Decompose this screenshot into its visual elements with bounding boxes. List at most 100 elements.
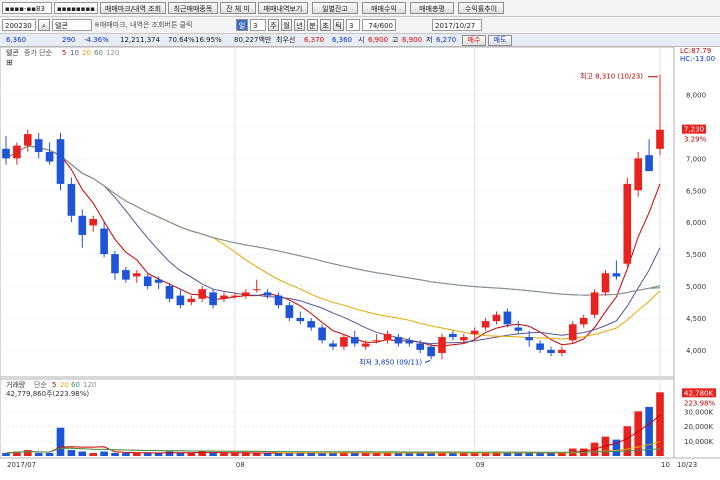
candle-body[interactable] bbox=[656, 129, 664, 149]
candle-body[interactable] bbox=[111, 254, 119, 274]
candle-body[interactable] bbox=[252, 289, 261, 291]
candle-body[interactable] bbox=[187, 298, 196, 302]
period-tick-button[interactable]: 틱 bbox=[333, 19, 344, 31]
period-value-field[interactable]: 3 bbox=[250, 19, 266, 31]
period-minute-button[interactable]: 분 bbox=[307, 19, 318, 31]
stock-name-field[interactable]: 텔콘 bbox=[52, 19, 92, 31]
period-month-button[interactable]: 월 bbox=[281, 19, 292, 31]
candle-body[interactable] bbox=[13, 145, 21, 159]
sell-button[interactable]: 매도 bbox=[488, 35, 512, 46]
candle-body[interactable] bbox=[590, 292, 599, 315]
candle-body[interactable] bbox=[296, 317, 305, 322]
candle-body[interactable] bbox=[394, 337, 403, 344]
chart-canvas[interactable]: 텔콘 종가 단순 5 10 20 60 120 ⊞ LC:87.79 HC:-1… bbox=[0, 47, 720, 480]
volume-bar[interactable] bbox=[78, 451, 87, 456]
volume-bar[interactable] bbox=[220, 453, 228, 456]
volume-bar[interactable] bbox=[45, 453, 54, 456]
recent-trades-button[interactable]: 최근매매종목 bbox=[168, 2, 218, 14]
candle-body[interactable] bbox=[536, 343, 544, 350]
profit-button[interactable]: 매매수익 bbox=[362, 2, 406, 14]
volume-bar[interactable] bbox=[503, 453, 512, 456]
period-day-button[interactable]: 일 bbox=[236, 19, 248, 31]
account-field[interactable]: ▪▪▪▪-▪▪83 bbox=[2, 2, 52, 14]
candle-body[interactable] bbox=[579, 317, 588, 325]
candle-body[interactable] bbox=[634, 158, 643, 191]
candle-body[interactable] bbox=[350, 337, 359, 344]
candle-body[interactable] bbox=[405, 340, 414, 344]
candle-body[interactable] bbox=[143, 276, 152, 287]
volume-bar[interactable] bbox=[231, 453, 239, 456]
candle-body[interactable] bbox=[340, 337, 348, 347]
daily-balance-button[interactable]: 일별잔고 bbox=[312, 2, 358, 14]
balance-button[interactable]: 잔 체 미 bbox=[220, 2, 256, 14]
volume-bar[interactable] bbox=[481, 453, 490, 456]
volume-bar[interactable] bbox=[383, 453, 392, 456]
candle-body[interactable] bbox=[176, 295, 185, 306]
volume-bar[interactable] bbox=[536, 453, 544, 456]
candle-body[interactable] bbox=[612, 273, 621, 277]
period-week-button[interactable]: 주 bbox=[268, 19, 279, 31]
candle-body[interactable] bbox=[274, 295, 283, 306]
candle-body[interactable] bbox=[438, 337, 446, 354]
volume-bar[interactable] bbox=[372, 453, 381, 456]
volume-bar[interactable] bbox=[23, 450, 32, 456]
stock-code-input[interactable]: 200230 bbox=[2, 19, 36, 31]
candle-body[interactable] bbox=[89, 219, 98, 226]
volume-bar[interactable] bbox=[459, 453, 468, 456]
volume-bar[interactable] bbox=[122, 453, 130, 456]
candle-body[interactable] bbox=[568, 324, 577, 341]
candle-body[interactable] bbox=[231, 295, 239, 297]
candle-body[interactable] bbox=[23, 134, 32, 146]
candle-body[interactable] bbox=[198, 289, 207, 299]
volume-bar[interactable] bbox=[132, 453, 141, 456]
volume-bar[interactable] bbox=[111, 453, 119, 456]
candle-body[interactable] bbox=[416, 343, 425, 350]
volume-bar[interactable] bbox=[241, 453, 250, 456]
candle-body[interactable] bbox=[67, 183, 76, 216]
search-icon[interactable]: ⌕ bbox=[38, 19, 50, 31]
date-field[interactable]: 2017/10/27 bbox=[432, 19, 482, 31]
volume-bar[interactable] bbox=[176, 453, 185, 456]
candle-body[interactable] bbox=[263, 292, 272, 296]
volume-bar[interactable] bbox=[514, 453, 523, 456]
volume-bar[interactable] bbox=[143, 453, 152, 456]
volume-bar[interactable] bbox=[470, 453, 479, 456]
candle-body[interactable] bbox=[100, 228, 108, 255]
candle-body[interactable] bbox=[285, 305, 294, 318]
candle-body[interactable] bbox=[220, 295, 228, 299]
volume-bar[interactable] bbox=[656, 392, 664, 456]
candle-body[interactable] bbox=[470, 330, 479, 334]
candle-body[interactable] bbox=[154, 279, 163, 283]
volume-bar[interactable] bbox=[361, 453, 370, 456]
candle-body[interactable] bbox=[56, 139, 65, 184]
candle-body[interactable] bbox=[2, 148, 10, 159]
candle-body[interactable] bbox=[449, 333, 457, 338]
period-second-button[interactable]: 초 bbox=[320, 19, 331, 31]
trade-mark-button[interactable]: 매매마크/내역 조회 bbox=[100, 2, 166, 14]
candle-body[interactable] bbox=[318, 327, 326, 341]
password-field[interactable]: ▪▪▪▪▪▪▪▪ bbox=[54, 2, 98, 14]
trade-amount-button[interactable]: 매매총평 bbox=[410, 2, 454, 14]
volume-bar[interactable] bbox=[350, 453, 359, 456]
candle-body[interactable] bbox=[78, 215, 87, 235]
candle-body[interactable] bbox=[209, 292, 217, 306]
candle-body[interactable] bbox=[372, 340, 381, 342]
volume-bar[interactable] bbox=[645, 406, 653, 456]
buy-button[interactable]: 매수 bbox=[462, 35, 486, 46]
period-year-button[interactable]: 년 bbox=[294, 19, 305, 31]
volume-bar[interactable] bbox=[187, 453, 196, 456]
volume-bar[interactable] bbox=[56, 427, 65, 456]
candle-body[interactable] bbox=[525, 337, 534, 341]
candle-body[interactable] bbox=[459, 337, 468, 341]
candle-body[interactable] bbox=[503, 311, 512, 325]
volume-bar[interactable] bbox=[2, 453, 10, 456]
volume-bar[interactable] bbox=[209, 453, 217, 456]
candle-body[interactable] bbox=[165, 286, 174, 299]
volume-bar[interactable] bbox=[89, 453, 98, 456]
candle-body[interactable] bbox=[45, 151, 54, 162]
candle-body[interactable] bbox=[645, 155, 653, 172]
candle-body[interactable] bbox=[558, 349, 566, 354]
candle-body[interactable] bbox=[241, 292, 250, 296]
history-button[interactable]: 매매내역보기 bbox=[258, 2, 308, 14]
candle-body[interactable] bbox=[481, 321, 490, 328]
